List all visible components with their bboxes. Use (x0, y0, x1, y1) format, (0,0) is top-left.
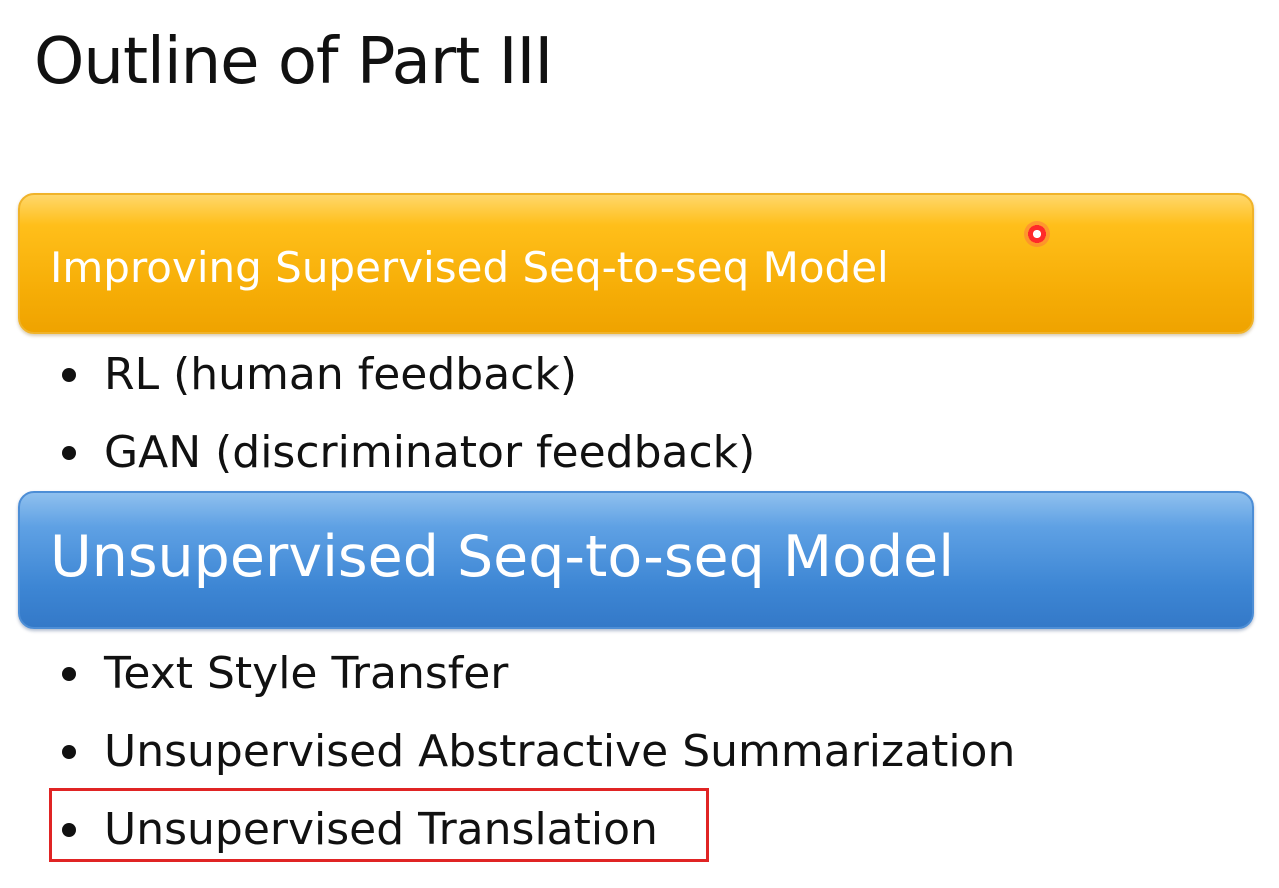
section-heading-unsupervised: Unsupervised Seq-to-seq Model (50, 524, 955, 590)
bullet-dot-icon (62, 446, 76, 460)
bullet-dot-icon (62, 368, 76, 382)
highlight-box (49, 788, 709, 862)
list-item: Text Style Transfer (0, 638, 1015, 716)
list-item: GAN (discriminator feedback) (0, 417, 755, 495)
list-item-label: Unsupervised Abstractive Summarization (104, 726, 1016, 777)
list-item-label: GAN (discriminator feedback) (104, 427, 756, 478)
bullet-dot-icon (62, 667, 76, 681)
list-item-label: RL (human feedback) (104, 349, 577, 400)
list-item: RL (human feedback) (0, 339, 755, 417)
laser-pointer-icon (1024, 221, 1050, 247)
slide-title: Outline of Part III (34, 25, 553, 99)
list-item: Unsupervised Abstractive Summarization (0, 716, 1015, 794)
section-banner-unsupervised: Unsupervised Seq-to-seq Model (18, 491, 1254, 629)
bullet-list-supervised: RL (human feedback) GAN (discriminator f… (0, 339, 755, 495)
bullet-dot-icon (62, 745, 76, 759)
list-item-label: Text Style Transfer (104, 648, 509, 699)
section-banner-supervised: Improving Supervised Seq-to-seq Model (18, 193, 1254, 334)
section-heading-supervised: Improving Supervised Seq-to-seq Model (50, 243, 889, 292)
